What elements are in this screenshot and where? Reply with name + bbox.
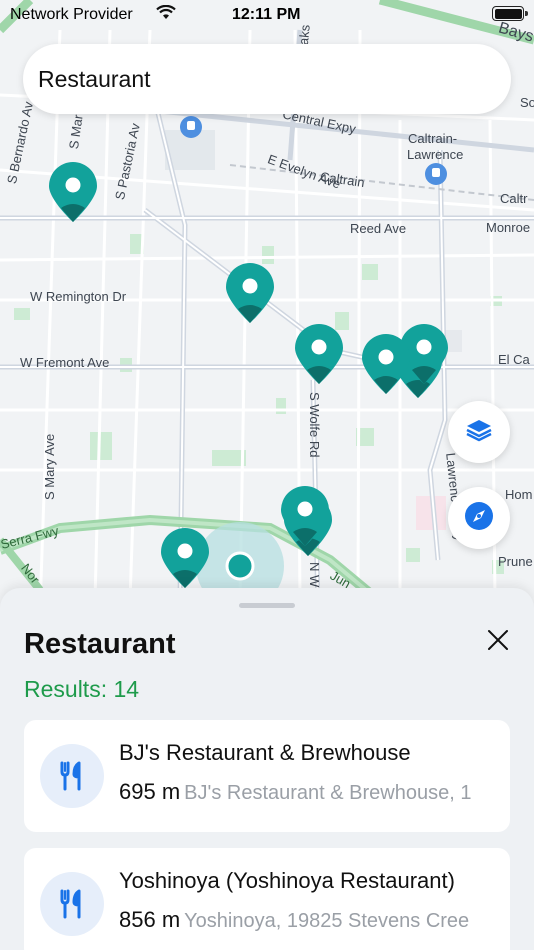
result-name: BJ's Restaurant & Brewhouse — [119, 740, 411, 765]
map-label-n-w: N W — [307, 562, 322, 588]
map-label-homestead: Hom — [505, 487, 533, 502]
map-label-reed: Reed Ave — [350, 221, 407, 236]
wifi-icon — [156, 4, 176, 26]
result-address: BJ's Restaurant & Brewhouse, 1 — [184, 782, 472, 804]
map-label-remington: W Remington Dr — [30, 289, 127, 304]
map-compass-button[interactable] — [448, 487, 510, 549]
close-button[interactable] — [478, 622, 518, 662]
map-label-mary: S Mary Ave — [42, 433, 57, 500]
result-card[interactable]: Yoshinoya (Yoshinoya Restaurant) 856 m Yo… — [24, 848, 510, 950]
sheet-title: Restaurant — [24, 628, 176, 660]
carrier-label: Network Provider — [10, 6, 133, 23]
result-details: 695 m BJ's Restaurant & Brewhouse, 1 — [119, 779, 504, 805]
map-label-caltr: Caltr — [500, 191, 528, 206]
restaurant-pin[interactable] — [159, 526, 211, 590]
status-bar: Network Provider 12:11 PM — [0, 0, 534, 30]
results-count: Results: 14 — [24, 676, 140, 702]
compass-icon — [463, 500, 495, 537]
map-label-el-ca: El Ca — [498, 352, 530, 367]
clock: 12:11 PM — [232, 6, 301, 23]
map-label-caltrain-lawrence-2: Lawrence — [407, 147, 464, 162]
restaurant-pin[interactable] — [47, 160, 99, 224]
battery-icon — [492, 6, 528, 21]
layers-icon — [464, 415, 494, 450]
map-label-monroe: Monroe — [486, 220, 531, 235]
result-address: Yoshinoya, 19825 Stevens Cree — [184, 910, 470, 932]
search-input[interactable] — [38, 65, 478, 93]
map-label-so: So — [520, 95, 534, 110]
result-distance: 856 m — [119, 907, 181, 932]
result-details: 856 m Yoshinoya, 19825 Stevens Cree — [119, 907, 504, 933]
restaurant-pin[interactable] — [360, 332, 412, 396]
restaurant-pin[interactable] — [279, 484, 331, 548]
fork-knife-icon — [40, 744, 104, 808]
close-icon — [487, 629, 509, 656]
map-label-wolfe: S Wolfe Rd — [307, 392, 322, 458]
fork-knife-icon — [40, 872, 104, 936]
restaurant-pin[interactable] — [293, 322, 345, 386]
map-label-caltrain-lawrence-1: Caltrain- — [408, 131, 458, 146]
result-distance: 695 m — [119, 779, 181, 804]
map-layers-button[interactable] — [448, 401, 510, 463]
result-card[interactable]: BJ's Restaurant & Brewhouse 695 m BJ's Re… — [24, 720, 510, 832]
results-sheet: Restaurant Results: 14 BJ's Restaurant &… — [0, 588, 534, 950]
restaurant-pin[interactable] — [224, 261, 276, 325]
search-bar[interactable] — [23, 44, 511, 114]
sheet-drag-handle[interactable] — [239, 603, 295, 608]
result-name: Yoshinoya (Yoshinoya Restaurant) — [119, 868, 455, 893]
map-label-fremont: W Fremont Ave — [20, 355, 110, 370]
map-label-prune: Prune — [498, 554, 533, 569]
